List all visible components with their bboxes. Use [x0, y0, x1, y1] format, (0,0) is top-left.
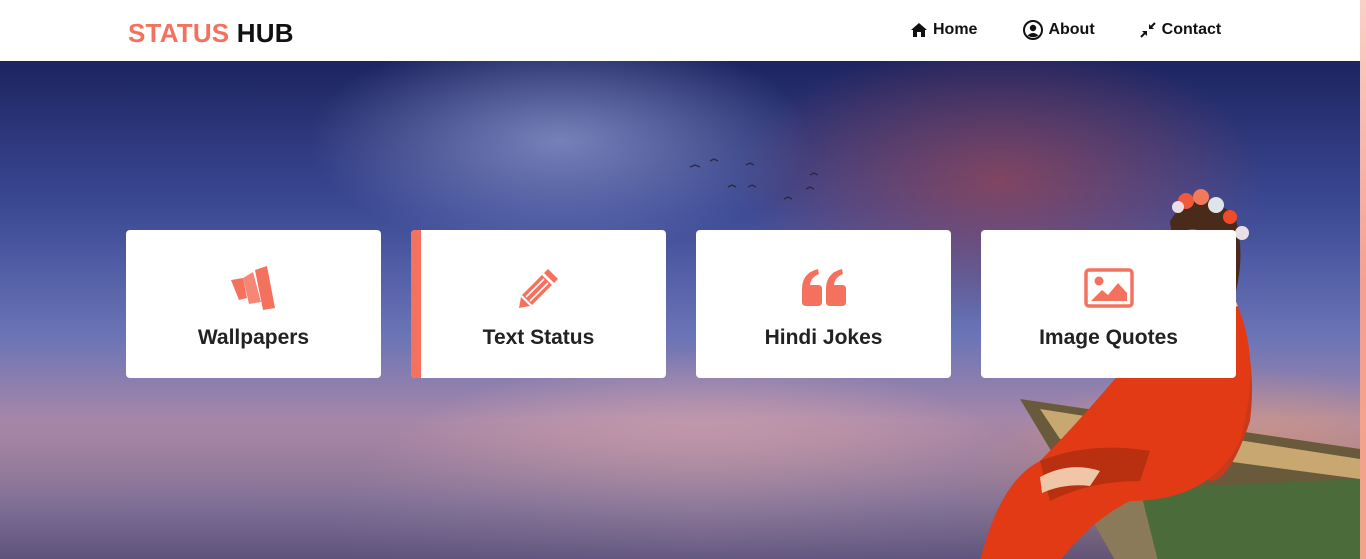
brand-part2: HUB [236, 18, 294, 48]
image-icon [1083, 268, 1134, 308]
wallpaper-logo-icon [230, 266, 275, 310]
navbar: STATUS HUB Home About Contact [0, 0, 1360, 61]
card-image-quotes[interactable]: Image Quotes [981, 230, 1236, 378]
birds-graphic [689, 158, 819, 200]
category-cards-row: Wallpapers Text Status Hindi Jokes Image… [126, 230, 1236, 378]
page-scrollbar[interactable] [1360, 0, 1366, 559]
nav-contact-label: Contact [1161, 21, 1222, 38]
user-circle-icon [1023, 20, 1044, 40]
card-wallpapers[interactable]: Wallpapers [126, 230, 381, 378]
card-hindi-jokes-label: Hindi Jokes [764, 326, 883, 349]
nav-contact-link[interactable]: Contact [1139, 18, 1222, 42]
brand-logo[interactable]: STATUS HUB [128, 18, 294, 49]
quote-icon [801, 269, 846, 306]
card-text-status-label: Text Status [482, 326, 595, 349]
nav-about-label: About [1048, 21, 1095, 38]
nav-home-label: Home [933, 21, 978, 38]
card-hindi-jokes[interactable]: Hindi Jokes [696, 230, 951, 378]
card-image-quotes-label: Image Quotes [1039, 326, 1178, 349]
compress-arrows-icon [1139, 22, 1156, 38]
brand-part1: STATUS [128, 18, 230, 48]
pencil-icon [518, 269, 558, 308]
home-icon [911, 23, 927, 37]
card-wallpapers-label: Wallpapers [197, 326, 310, 349]
nav-about-link[interactable]: About [1023, 18, 1095, 42]
card-text-status[interactable]: Text Status [411, 230, 666, 378]
nav-home-link[interactable]: Home [910, 18, 977, 42]
nav-links: Home About Contact [910, 18, 1221, 42]
